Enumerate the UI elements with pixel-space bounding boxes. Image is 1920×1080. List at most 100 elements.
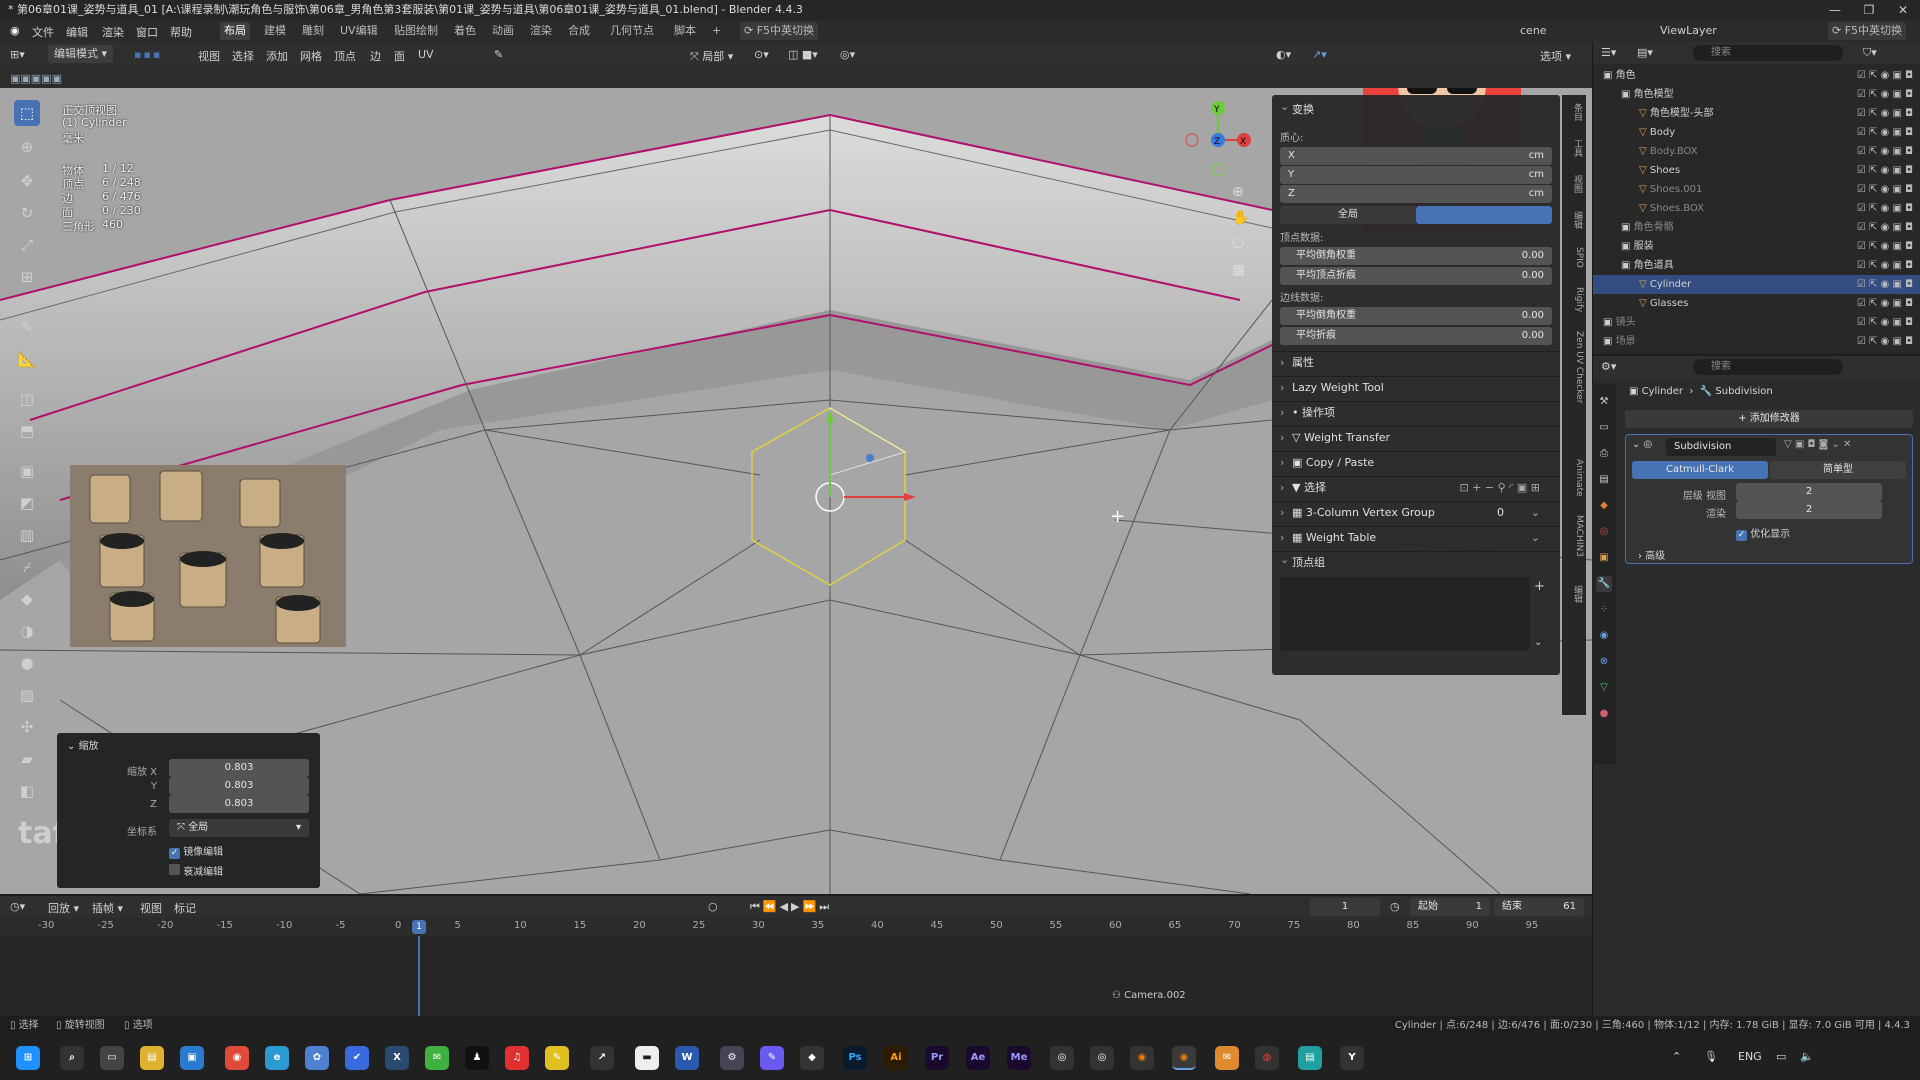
move-tool-icon[interactable]: ✥ <box>14 168 40 194</box>
app-icon-11[interactable]: ◍ <box>1255 1046 1279 1070</box>
visibility-toggles[interactable]: ☑ ⇱ ◉ ▣ ◘ <box>1857 237 1913 256</box>
header-menu-uv[interactable]: UV <box>418 48 434 61</box>
maximize-icon[interactable]: ❐ <box>1852 0 1886 20</box>
outliner-row[interactable]: ▽ Shoes.001 ☑ ⇱ ◉ ▣ ◘ <box>1593 180 1920 199</box>
proportional-edit-icon[interactable]: ◎▾ <box>840 48 855 61</box>
tab-item[interactable]: 条目 <box>1564 103 1584 121</box>
scale-panel-title[interactable]: ⌄ 缩放 <box>67 737 99 752</box>
app-icon-4[interactable]: ↗ <box>590 1046 614 1070</box>
levels-viewport-field[interactable]: 2 <box>1736 483 1882 501</box>
visibility-toggles[interactable]: ☑ ⇱ ◉ ▣ ◘ <box>1857 85 1913 104</box>
menu-render[interactable]: 渲染 <box>102 24 124 40</box>
properties-section-header[interactable]: 属性 <box>1272 351 1560 374</box>
outliner-row[interactable]: ▽ Glasses ☑ ⇱ ◉ ▣ ◘ <box>1593 294 1920 313</box>
orientation-dropdown[interactable]: ⤧ 全局 ▾ <box>169 819 309 837</box>
camera-view-icon[interactable]: ⎔ <box>1232 236 1244 252</box>
menu-window[interactable]: 窗口 <box>136 24 158 40</box>
selection-mode-icons[interactable]: ▣▣▣▣▣ <box>10 72 62 85</box>
visibility-toggles[interactable]: ☑ ⇱ ◉ ▣ ◘ <box>1857 313 1913 332</box>
lazy-weight-tool-header[interactable]: Lazy Weight Tool <box>1272 376 1560 399</box>
tab-spio[interactable]: SPIO <box>1564 247 1584 268</box>
add-modifier-button[interactable]: + 添加修改器 <box>1625 410 1913 428</box>
scale-x-field[interactable]: 0.803 <box>169 759 309 777</box>
tab-edit[interactable]: 编辑 <box>1564 211 1584 229</box>
zoom-icon[interactable]: ⊕ <box>1232 184 1244 200</box>
view-layer-label[interactable]: ViewLayer <box>1660 24 1717 37</box>
copy-paste-header[interactable]: ▣ Copy / Paste <box>1272 451 1560 474</box>
tab-modeling[interactable]: 建模 <box>260 22 290 40</box>
tab-texture-paint[interactable]: 贴图绘制 <box>390 22 442 40</box>
end-frame-field[interactable]: 结束 61 <box>1494 898 1584 916</box>
outliner-editor-icon[interactable]: ☰▾ <box>1601 46 1616 59</box>
header-menu-mesh[interactable]: 网格 <box>300 48 322 64</box>
world-tab-icon[interactable]: ◎ <box>1596 524 1612 540</box>
mode-dropdown[interactable]: 编辑模式 ▾ <box>48 45 114 63</box>
tab-machin3[interactable]: MACHIN3 <box>1564 515 1584 557</box>
annotate-tool-icon[interactable]: ✎ <box>14 314 40 340</box>
tab-compositing[interactable]: 合成 <box>564 22 594 40</box>
ime-toggle-button[interactable]: ⟳ F5中英切换 <box>740 22 819 40</box>
material-tab-icon[interactable]: ● <box>1596 706 1612 722</box>
header-menu-view[interactable]: 视图 <box>198 48 220 64</box>
tab-sculpt[interactable]: 雕刻 <box>298 22 328 40</box>
frame-ruler[interactable]: -30 -25 -20 -15 -10 -5 0 5 10 15 20 25 30 35 40 45 50 55 6… <box>0 918 1592 936</box>
visibility-toggles[interactable]: ☑ ⇱ ◉ ▣ ◘ <box>1857 123 1913 142</box>
vertex-group-3col-header[interactable]: ▦ 3-Column Vertex Group0⌄ <box>1272 501 1560 524</box>
app-icon-7[interactable]: ◆ <box>800 1046 824 1070</box>
view-layer-tab-icon[interactable]: ▤ <box>1596 472 1612 488</box>
timeline-editor-icon[interactable]: ◷▾ <box>10 900 25 913</box>
media-encoder-icon[interactable]: Me <box>1007 1046 1031 1070</box>
edge-icon[interactable]: e <box>265 1046 289 1070</box>
transform-tool-icon[interactable]: ⊞ <box>14 264 40 290</box>
eyedropper-icon[interactable]: ✎ <box>494 48 503 61</box>
constraints-tab-icon[interactable]: ⊗ <box>1596 654 1612 670</box>
transform-section-header[interactable]: 变换 <box>1272 96 1560 121</box>
outliner-row[interactable]: ▽ Shoes.BOX ☑ ⇱ ◉ ▣ ◘ <box>1593 199 1920 218</box>
weight-table-header[interactable]: ▦ Weight Table⌄ <box>1272 526 1560 549</box>
outliner-row[interactable]: ▽ 角色模型-头部 ☑ ⇱ ◉ ▣ ◘ <box>1593 104 1920 123</box>
timeline-menu-playback[interactable]: 回放 ▾ <box>48 900 79 916</box>
display-icon[interactable]: ▭ <box>1776 1050 1786 1063</box>
header-options[interactable]: 选项 ▾ <box>1540 48 1571 64</box>
output-tab-icon[interactable]: ⎙ <box>1596 446 1612 462</box>
store-icon[interactable]: ▣ <box>180 1046 204 1070</box>
photoshop-icon[interactable]: Ps <box>843 1046 867 1070</box>
mirror-edit-checkbox[interactable]: ✓ 镜像编辑 <box>169 843 223 859</box>
catmull-clark-button[interactable]: Catmull-Clark <box>1632 461 1768 479</box>
local-button[interactable] <box>1416 206 1552 224</box>
playback-controls[interactable]: ⏮⏪◀▶⏩⏭ <box>750 900 832 914</box>
cursor-tool-icon[interactable]: ⊕ <box>14 134 40 160</box>
tab-geometry-nodes[interactable]: 几何节点 <box>606 22 658 40</box>
add-cube-tool-icon[interactable]: ◫ <box>14 386 40 412</box>
app-icon-2[interactable]: ✔ <box>345 1046 369 1070</box>
shear-tool-icon[interactable]: ▰ <box>14 746 40 772</box>
outliner-row[interactable]: ▽ Shoes ☑ ⇱ ◉ ▣ ◘ <box>1593 161 1920 180</box>
app-icon-3[interactable]: X <box>385 1046 409 1070</box>
tool-tab-icon[interactable]: ⚒ <box>1596 394 1612 410</box>
visibility-toggles[interactable]: ☑ ⇱ ◉ ▣ ◘ <box>1857 161 1913 180</box>
select-section-header[interactable]: ▼ 选择⊡ + − ⚲ ◜ ▣ ⊞ <box>1272 476 1560 499</box>
timeline-menu-marker[interactable]: 标记 <box>174 900 196 916</box>
illustrator-icon[interactable]: Ai <box>884 1046 908 1070</box>
scale-y-field[interactable]: 0.803 <box>169 777 309 795</box>
app-icon-6[interactable]: ✎ <box>760 1046 784 1070</box>
display-mode-icon[interactable]: ▤▾ <box>1637 46 1653 59</box>
measure-tool-icon[interactable]: 📐 <box>14 346 40 372</box>
visibility-toggles[interactable]: ☑ ⇱ ◉ ▣ ◘ <box>1857 104 1913 123</box>
visibility-toggles[interactable]: ☑ ⇱ ◉ ▣ ◘ <box>1857 256 1913 275</box>
app-icon-8[interactable]: ◎ <box>1050 1046 1074 1070</box>
vertex-groups-header[interactable]: 顶点组 <box>1272 549 1560 573</box>
word-icon[interactable]: W <box>675 1046 699 1070</box>
visibility-toggles[interactable]: ☑ ⇱ ◉ ▣ ◘ <box>1857 142 1913 161</box>
physics-tab-icon[interactable]: ◉ <box>1596 628 1612 644</box>
header-menu-face[interactable]: 面 <box>394 48 405 64</box>
mean-edge-crease[interactable]: 平均折痕 0.00 <box>1280 327 1552 345</box>
ime-toggle-button-2[interactable]: ⟳ F5中英切换 <box>1828 22 1907 40</box>
outliner-row[interactable]: ▣ 场景 ☑ ⇱ ◉ ▣ ◘ <box>1593 332 1920 351</box>
median-z-field[interactable]: Zcm <box>1280 185 1552 203</box>
outliner-row[interactable]: ▣ 角色模型 ☑ ⇱ ◉ ▣ ◘ <box>1593 85 1920 104</box>
search-icon[interactable]: ⌕ <box>60 1046 84 1070</box>
after-effects-icon[interactable]: Ae <box>966 1046 990 1070</box>
transform-orientation-dropdown[interactable]: ⤧ 局部 ▾ <box>690 48 733 64</box>
navigation-gizmo[interactable]: Y X Z <box>1178 100 1258 180</box>
